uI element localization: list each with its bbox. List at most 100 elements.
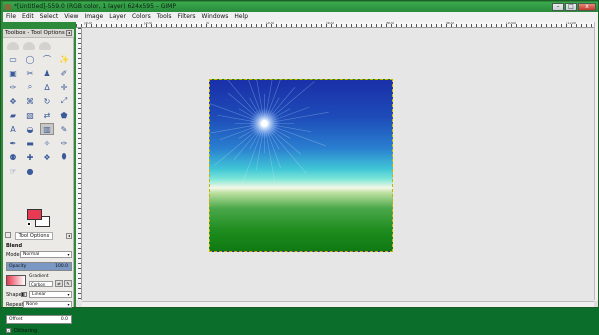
menu-image[interactable]: Image (84, 12, 103, 22)
cage-tool-icon[interactable]: ⬟ (57, 109, 71, 121)
blend-tool-icon[interactable]: ▥ (40, 123, 54, 135)
flip-tool-icon[interactable]: ⇄ (40, 109, 54, 121)
flare-ray (264, 81, 315, 124)
opacity-slider[interactable]: Opacity 100.0 (6, 262, 72, 271)
rect-select-tool-icon[interactable]: ▭ (6, 53, 20, 65)
minimize-button[interactable]: – (552, 3, 564, 11)
color-area (27, 209, 51, 229)
measure-tool-icon[interactable]: ∆ (40, 81, 54, 93)
clone-tool-icon[interactable]: ⚉ (6, 151, 20, 163)
chevron-down-icon: ▾ (67, 302, 70, 307)
navigate-icon[interactable] (594, 301, 598, 307)
heal-tool-icon[interactable]: ✚ (23, 151, 37, 163)
menu-filters[interactable]: Filters (178, 12, 196, 22)
tab-menu-icon[interactable]: ◂ (66, 233, 72, 239)
flare-ray (264, 97, 280, 124)
crop-tool-icon[interactable]: ⌘ (23, 95, 37, 107)
flare-ray (264, 123, 291, 139)
foreground-color-swatch[interactable] (27, 209, 42, 220)
flare-ray (210, 103, 265, 124)
repeat-select[interactable]: None ▾ (23, 301, 72, 308)
flare-ray (214, 123, 265, 166)
perspective-clone-tool-icon[interactable]: ❖ (40, 151, 54, 163)
reset-colors-icon[interactable] (27, 222, 31, 226)
close-button[interactable]: x (578, 3, 596, 11)
flare-ray (264, 123, 281, 169)
tool-options-tab-bar: Tool Options ◂ (5, 232, 73, 240)
scissors-tool-icon[interactable]: ✂ (23, 67, 37, 79)
ruler-label: |0 (206, 22, 210, 25)
flare-ray (264, 123, 307, 174)
menu-bar: File Edit Select View Image Layer Colors… (3, 12, 598, 22)
menu-windows[interactable]: Windows (202, 12, 229, 22)
mode-select[interactable]: Normal ▾ (20, 251, 72, 258)
panel-menu-icon[interactable]: ◂ (66, 30, 72, 36)
wilber-drop-area (7, 40, 67, 50)
color-picker-tool-icon[interactable]: ✑ (6, 81, 20, 93)
blur-tool-icon[interactable]: ⬮ (57, 151, 71, 163)
flare-ray (264, 123, 312, 133)
bucket-fill-tool-icon[interactable]: ◒ (23, 123, 37, 135)
menu-view[interactable]: View (64, 12, 78, 22)
menu-colors[interactable]: Colors (132, 12, 151, 22)
shape-select[interactable]: Linear ▾ (29, 291, 72, 298)
flare-ray (264, 123, 326, 147)
perspective-tool-icon[interactable]: ▧ (23, 109, 37, 121)
edit-gradient-icon[interactable]: ✎ (64, 280, 72, 287)
menu-tools[interactable]: Tools (157, 12, 172, 22)
shear-tool-icon[interactable]: ▰ (6, 109, 20, 121)
fuzzy-select-tool-icon[interactable]: ✨ (57, 53, 71, 65)
foreground-select-tool-icon[interactable]: ♟ (40, 67, 54, 79)
zoom-tool-icon[interactable]: ⌕ (23, 81, 37, 93)
align-tool-icon[interactable]: ✥ (6, 95, 20, 107)
menu-select[interactable]: Select (40, 12, 59, 22)
shape-value: Linear (32, 292, 46, 297)
flare-ray (264, 123, 280, 150)
flare-ray (256, 80, 265, 124)
tab-tool-options[interactable]: Tool Options (14, 232, 54, 240)
smudge-tool-icon[interactable]: ☞ (6, 165, 20, 177)
flare-ray (238, 123, 265, 139)
offset-slider[interactable]: Offset 0.0 (6, 315, 72, 324)
vertical-ruler[interactable] (76, 28, 82, 300)
dodge-burn-tool-icon[interactable]: ● (23, 165, 37, 177)
horizontal-ruler[interactable]: |400 |200 |0 |200 |400 |600 |800 |1000 |… (76, 22, 594, 28)
flare-ray (264, 123, 277, 188)
move-tool-icon[interactable]: ✛ (57, 81, 71, 93)
menu-file[interactable]: File (6, 12, 16, 22)
gradient-preview[interactable] (6, 275, 26, 286)
ellipse-select-tool-icon[interactable]: ◯ (23, 53, 37, 65)
image-canvas[interactable] (209, 79, 393, 252)
color-select-tool-icon[interactable]: ▣ (6, 67, 20, 79)
ruler-label: |400 (326, 22, 334, 25)
flare-ray (241, 123, 265, 185)
dithering-checkbox[interactable]: ✓ (6, 328, 11, 333)
eraser-tool-icon[interactable]: ▬ (23, 137, 37, 149)
paintbrush-tool-icon[interactable]: ✒ (6, 137, 20, 149)
vertical-scrollbar[interactable] (594, 22, 598, 300)
free-select-tool-icon[interactable]: ⌒ (40, 53, 54, 65)
airbrush-tool-icon[interactable]: ✧ (40, 137, 54, 149)
ruler-label: |1000 (506, 22, 517, 25)
flare-ray (217, 114, 265, 124)
flare-ray (264, 106, 310, 124)
ruler-label: |600 (386, 22, 394, 25)
toolbox-header: Toolbox - Tool Options ◂ (3, 29, 74, 38)
menu-layer[interactable]: Layer (109, 12, 126, 22)
ruler-label: |200 (266, 22, 274, 25)
gradient-name-field[interactable]: Carbon (29, 281, 53, 287)
paths-tool-icon[interactable]: ✐ (57, 67, 71, 79)
ink-tool-icon[interactable]: ✑ (57, 137, 71, 149)
tool-grid: ▭ ◯ ⌒ ✨ ▣ ✂ ♟ ✐ ✑ ⌕ ∆ ✛ ✥ ⌘ ↻ ⤢ ▰ ▧ ⇄ ⬟ A ◒ ▥ ✎ ✒ ▬ ✧ ✑ ⚉ ✚ ❖ ⬮ ☞ ● (6, 53, 72, 179)
maximize-button[interactable]: □ (565, 3, 577, 11)
menu-help[interactable]: Help (234, 12, 248, 22)
horizontal-scrollbar[interactable] (82, 301, 594, 307)
rotate-tool-icon[interactable]: ↻ (40, 95, 54, 107)
chevron-down-icon: ▾ (67, 252, 70, 257)
menu-edit[interactable]: Edit (22, 12, 34, 22)
text-tool-icon[interactable]: A (6, 123, 20, 135)
scale-tool-icon[interactable]: ⤢ (57, 95, 71, 107)
reverse-gradient-icon[interactable]: ⇄ (55, 280, 63, 287)
flare-ray (238, 108, 265, 124)
pencil-tool-icon[interactable]: ✎ (57, 123, 71, 135)
